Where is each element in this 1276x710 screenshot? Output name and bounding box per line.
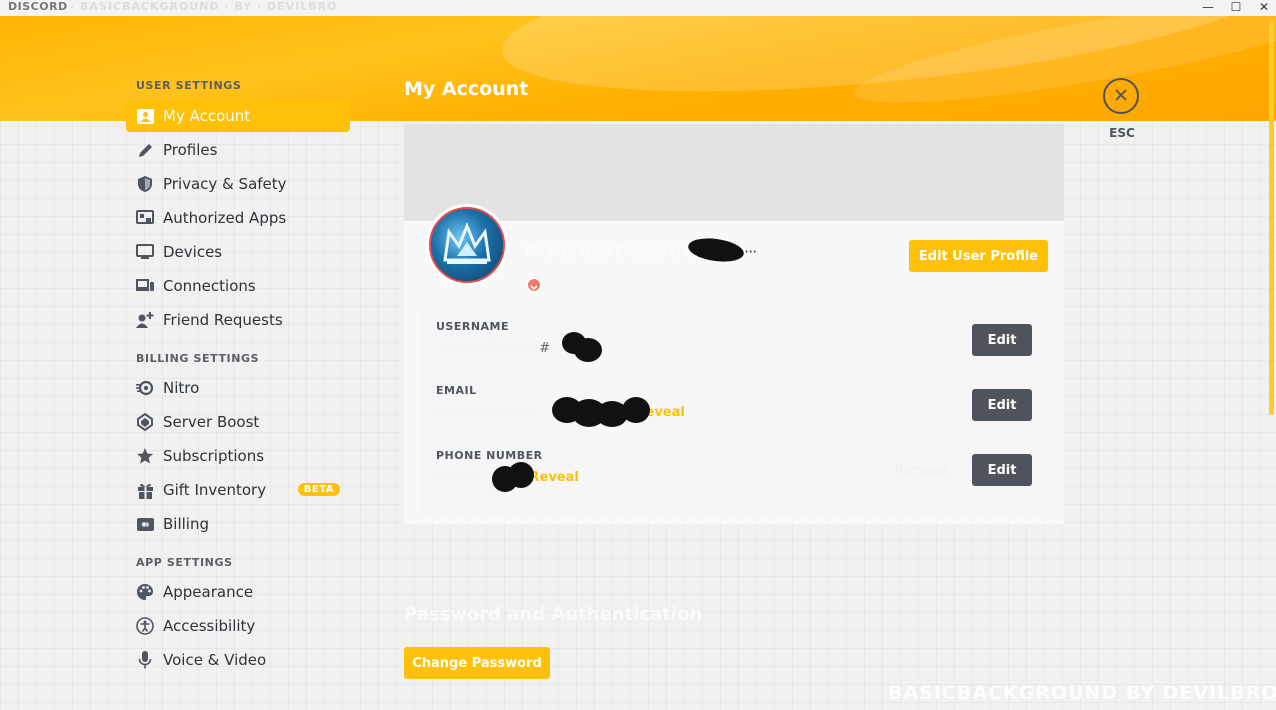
sidebar-item-connections[interactable]: Connections (126, 270, 350, 302)
close-icon (1114, 87, 1128, 106)
palette-icon (136, 583, 154, 601)
edit-phone-button[interactable]: Edit (972, 454, 1032, 486)
profile-display-name: PrincessDeSynk# (524, 240, 711, 262)
user-card-icon (136, 107, 154, 125)
gift-icon (136, 481, 154, 499)
phone-label: PHONE NUMBER (436, 449, 543, 462)
title-bar: DISCORD · BASICBACKGROUND · BY · DEVILBR… (0, 0, 1276, 16)
app-subtitle: · BASICBACKGROUND · BY · DEVILBRO (70, 0, 338, 13)
accessibility-icon (136, 617, 154, 635)
sidebar-item-label: Billing (163, 515, 209, 533)
chevron-down-icon (530, 276, 538, 295)
username-field: USERNAME PrincessDeSynk# (436, 320, 550, 356)
sidebar-item-label: Subscriptions (163, 447, 265, 465)
profile-banner (404, 124, 1064, 221)
card-icon (136, 515, 154, 533)
email-text: *************** (436, 405, 534, 420)
sidebar-item-voice-video[interactable]: Voice & Video (126, 644, 350, 676)
star-icon (136, 447, 154, 465)
edit-user-profile-button[interactable]: Edit User Profile (909, 240, 1048, 272)
apps-icon (136, 209, 154, 227)
more-options-icon[interactable]: ··· (744, 242, 757, 261)
app-settings-header: APP SETTINGS (136, 556, 233, 569)
sidebar-item-privacy-safety[interactable]: Privacy & Safety (126, 168, 350, 200)
shield-icon (136, 175, 154, 193)
sidebar-item-authorized-apps[interactable]: Authorized Apps (126, 202, 350, 234)
close-window-button[interactable]: ✕ (1250, 0, 1276, 16)
remove-phone-link[interactable]: Remove (895, 463, 948, 478)
sidebar-item-accessibility[interactable]: Accessibility (126, 610, 350, 642)
username-hash: # (539, 341, 551, 356)
microphone-icon (136, 651, 154, 669)
edit-email-button[interactable]: Edit (972, 389, 1032, 421)
reveal-phone-link[interactable]: Reveal (530, 470, 579, 485)
settings-sidebar: USER SETTINGS My Account Profiles Privac… (126, 78, 350, 676)
app-name: DISCORD (8, 0, 68, 13)
close-settings: ESC (1103, 78, 1141, 140)
sidebar-item-gift-inventory[interactable]: Gift Inventory BETA (126, 474, 350, 506)
esc-label: ESC (1109, 126, 1135, 140)
sidebar-item-subscriptions[interactable]: Subscriptions (126, 440, 350, 472)
maximize-button[interactable]: ☐ (1222, 0, 1250, 16)
sidebar-item-label: Profiles (163, 141, 218, 159)
phone-text: ******* (436, 470, 482, 485)
edit-username-button[interactable]: Edit (972, 324, 1032, 356)
sidebar-item-label: Voice & Video (163, 651, 267, 669)
sidebar-item-nitro[interactable]: Nitro (126, 372, 350, 404)
sidebar-item-profiles[interactable]: Profiles (126, 134, 350, 166)
sidebar-item-billing[interactable]: Billing (126, 508, 350, 540)
sidebar-item-label: Authorized Apps (163, 209, 287, 227)
username-text: PrincessDeSynk (436, 341, 540, 356)
redaction-mark (574, 338, 602, 362)
sidebar-item-devices[interactable]: Devices (126, 236, 350, 268)
sidebar-item-appearance[interactable]: Appearance (126, 576, 350, 608)
account-card: PrincessDeSynk# ··· Edit User Profile US… (404, 124, 1064, 524)
sidebar-item-label: Friend Requests (163, 311, 283, 329)
sidebar-item-label: Accessibility (163, 617, 256, 635)
change-password-button[interactable]: Change Password (404, 647, 550, 679)
sidebar-item-friend-requests[interactable]: Friend Requests (126, 304, 350, 336)
billing-settings-header: BILLING SETTINGS (136, 352, 260, 365)
page-title: My Account (404, 78, 529, 100)
sidebar-item-my-account[interactable]: My Account (126, 100, 350, 132)
email-label: EMAIL (436, 384, 477, 397)
sidebar-item-label: Appearance (163, 583, 254, 601)
status-indicator[interactable] (526, 277, 542, 293)
close-settings-button[interactable] (1103, 78, 1139, 114)
password-section-title: Password and Authentication (404, 604, 703, 625)
boost-icon (136, 413, 154, 431)
username-label: USERNAME (436, 320, 510, 333)
nitro-icon (136, 379, 154, 397)
sidebar-item-server-boost[interactable]: Server Boost (126, 406, 350, 438)
sidebar-item-label: Server Boost (163, 413, 260, 431)
user-settings-header: USER SETTINGS (136, 79, 242, 92)
sidebar-item-label: Connections (163, 277, 256, 295)
sidebar-item-label: My Account (163, 107, 251, 125)
redaction-mark (508, 462, 534, 488)
pencil-icon (136, 141, 154, 159)
monitor-icon (136, 243, 154, 261)
minimize-button[interactable]: — (1194, 0, 1222, 16)
sidebar-item-label: Gift Inventory (163, 481, 267, 499)
beta-badge: BETA (297, 483, 340, 496)
sidebar-item-label: Devices (163, 243, 223, 261)
redaction-mark (622, 397, 650, 423)
username-value: PrincessDeSynk# (436, 341, 550, 356)
add-person-icon (136, 311, 154, 329)
account-info-box: USERNAME PrincessDeSynk# Edit EMAIL ****… (420, 306, 1048, 516)
scrollbar[interactable] (1269, 20, 1274, 415)
avatar[interactable] (426, 204, 508, 286)
sidebar-item-label: Nitro (163, 379, 200, 397)
sidebar-item-label: Privacy & Safety (163, 175, 287, 193)
display-name-text: PrincessDeSynk (524, 240, 695, 262)
watermark: BASICBACKGROUND BY DEVILBRO (888, 682, 1276, 704)
avatar-image (429, 207, 505, 283)
laptop-icon (136, 277, 154, 295)
